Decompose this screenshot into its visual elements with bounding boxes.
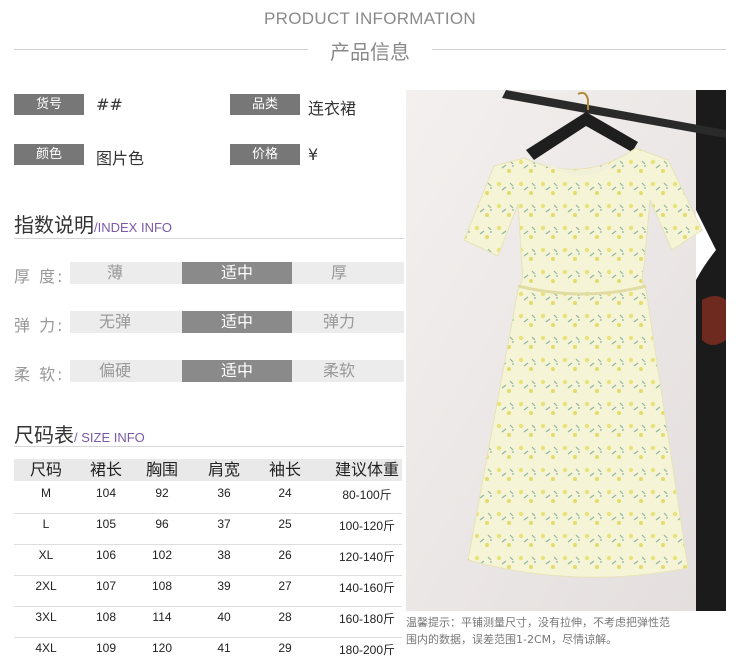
size-cell: 140-160斤	[338, 581, 396, 595]
size-row: 4XL 109 120 41 29 180-200斤	[14, 639, 402, 669]
size-row: L 105 96 37 25 100-120斤	[14, 515, 402, 545]
index-option: 薄	[106, 263, 123, 282]
row-divider	[14, 575, 402, 576]
side-bag	[702, 296, 726, 345]
index-info-divider	[14, 238, 404, 239]
size-cell: XL	[38, 548, 54, 562]
item-no-tag: 货号	[14, 94, 84, 115]
index-option: 柔软	[322, 361, 355, 380]
size-col-header: 袖长	[268, 460, 301, 479]
header-title-en: PRODUCT INFORMATION	[264, 9, 476, 28]
size-cell: 41	[217, 641, 231, 655]
size-cell: 2XL	[35, 579, 57, 593]
size-cell: 92	[155, 486, 169, 500]
size-cell: 160-180斤	[338, 612, 396, 626]
size-cell: 100-120斤	[338, 519, 396, 533]
size-note-line1: 温馨提示：平铺测量尺寸，没有拉伸，不考虑把弹性范	[406, 616, 670, 629]
price-tag: 价格	[230, 144, 300, 165]
size-cell: 4XL	[35, 641, 57, 655]
size-cell: 26	[278, 548, 292, 562]
size-cell: 108	[151, 579, 173, 593]
size-note-line2: 围内的数据，误差范围1-2CM，尽情谅解。	[406, 633, 618, 646]
size-cell: 27	[278, 579, 292, 593]
size-cell: 37	[217, 517, 231, 531]
size-col-header: 肩宽	[207, 460, 240, 479]
category-tag: 品类	[230, 94, 300, 115]
size-cell: 180-200斤	[338, 643, 396, 657]
row-divider	[14, 544, 402, 545]
size-cell: 3XL	[35, 610, 57, 624]
index-info-heading: 指数说明/INDEX INFO	[14, 209, 172, 238]
header-title-cn: 产品信息	[330, 40, 410, 64]
size-cell: 24	[278, 486, 292, 500]
size-cell: 96	[155, 517, 169, 531]
index-option-selected: 适中	[182, 360, 292, 382]
size-cell: 108	[95, 610, 117, 624]
size-col-header: 建议体重	[334, 460, 399, 479]
size-cell: 39	[217, 579, 231, 593]
size-cell: L	[42, 517, 50, 531]
row-divider	[14, 513, 402, 514]
size-cell: 80-100斤	[342, 488, 392, 502]
size-cell: 102	[151, 548, 173, 562]
index-label-thickness: 厚 度:	[14, 267, 65, 286]
size-cell: 40	[217, 610, 231, 624]
header-divider-right	[432, 49, 726, 50]
size-col-header: 胸围	[145, 460, 178, 479]
size-cell: 120-140斤	[338, 550, 396, 564]
index-label-elasticity: 弹 力:	[14, 316, 65, 335]
index-info-title: 指数说明	[14, 213, 94, 237]
product-photo	[406, 90, 726, 611]
size-col-header: 尺码	[29, 460, 62, 479]
size-cell: 28	[278, 610, 292, 624]
size-info-divider	[14, 446, 404, 447]
size-cell: 29	[278, 641, 292, 655]
size-note: 温馨提示：平铺测量尺寸，没有拉伸，不考虑把弹性范 围内的数据，误差范围1-2CM…	[406, 614, 736, 648]
size-row: XL 106 102 38 26 120-140斤	[14, 546, 402, 576]
size-row: 2XL 107 108 39 27 140-160斤	[14, 577, 402, 607]
index-option: 无弹	[98, 312, 131, 331]
size-info-heading: 尺码表/ SIZE INFO	[14, 419, 145, 448]
size-info-title: 尺码表	[14, 423, 74, 447]
size-cell: 38	[217, 548, 231, 562]
dress-illustration	[406, 90, 726, 611]
size-info-subtitle: / SIZE INFO	[74, 430, 145, 445]
index-option-selected: 适中	[182, 262, 292, 284]
size-col-header: 裙长	[89, 460, 122, 479]
size-cell: 114	[152, 610, 172, 624]
index-option-selected: 适中	[182, 311, 292, 333]
size-cell: 106	[95, 548, 117, 562]
size-cell: M	[41, 486, 51, 500]
index-option: 弹力	[322, 312, 355, 331]
color-value: 图片色	[96, 149, 145, 168]
price-value: ¥	[308, 145, 319, 164]
item-no-value: ##	[96, 95, 123, 114]
index-info-subtitle: /INDEX INFO	[94, 220, 173, 235]
category-value: 连衣裙	[308, 99, 357, 118]
size-cell: 120	[151, 641, 173, 655]
size-cell: 36	[217, 486, 231, 500]
index-label-softness: 柔 软:	[14, 365, 65, 384]
color-tag: 颜色	[14, 144, 84, 165]
size-row: M 104 92 36 24 80-100斤	[14, 484, 402, 514]
size-row: 3XL 108 114 40 28 160-180斤	[14, 608, 402, 638]
size-cell: 109	[95, 641, 117, 655]
size-cell: 25	[278, 517, 292, 531]
clothes-rack	[696, 90, 726, 611]
row-divider	[14, 606, 402, 607]
size-cell: 104	[95, 486, 117, 500]
index-option: 厚	[330, 263, 347, 282]
size-cell: 107	[95, 579, 117, 593]
row-divider	[14, 637, 402, 638]
index-option: 偏硬	[98, 361, 131, 380]
size-cell: 105	[95, 517, 117, 531]
